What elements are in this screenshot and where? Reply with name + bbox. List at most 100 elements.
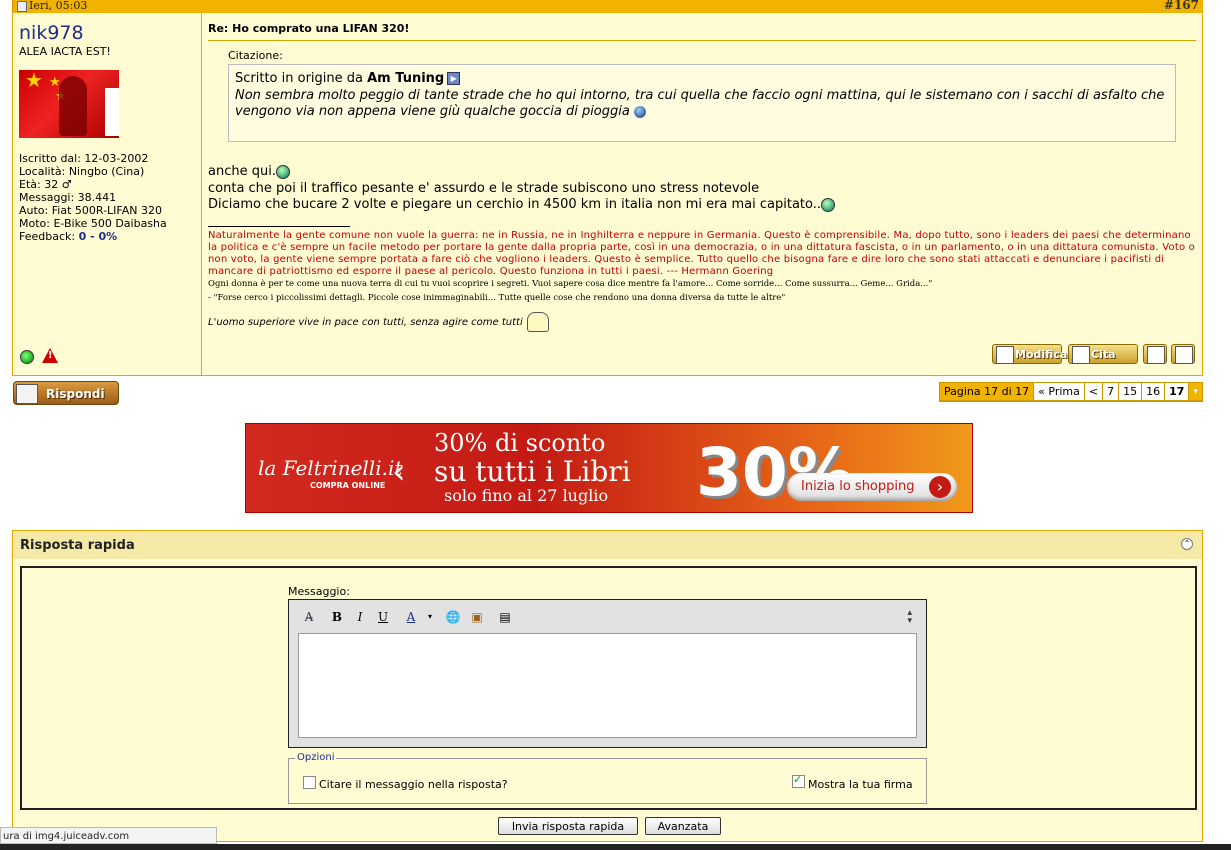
- view-post-arrow-icon[interactable]: ▶: [447, 72, 461, 85]
- signature-line-4: L'uomo superiore vive in pace con tutti,…: [208, 312, 549, 332]
- show-signature-label[interactable]: Mostra la tua firma: [808, 778, 913, 791]
- multiquote-icon: [1147, 346, 1165, 364]
- edit-button[interactable]: Modifica: [992, 344, 1067, 364]
- quote-icon: [1072, 346, 1090, 364]
- user-age: Età: 32 ♂: [19, 178, 72, 191]
- advanced-button[interactable]: Avanzata: [645, 817, 721, 835]
- banner-line2: su tutti i Libri: [434, 455, 631, 488]
- smiley-icon: [633, 105, 646, 118]
- font-color-icon[interactable]: A: [403, 609, 419, 625]
- username-link[interactable]: nik978: [19, 22, 84, 44]
- reply-button[interactable]: Rispondi: [13, 381, 119, 405]
- page-info: Pagina 17 di 17: [940, 383, 1034, 401]
- quote-attribution: Scritto in origine da Am Tuning ▶: [235, 71, 461, 86]
- signature-divider: [208, 226, 350, 227]
- chevron-left-icon: ‹: [392, 452, 406, 492]
- page-link[interactable]: 15: [1118, 383, 1142, 401]
- quick-reply-form: Messaggio: A̶ B I U A ▾ 🌐 ▣ ▤ ▴ ▾ Opzioni…: [20, 566, 1197, 810]
- page-current: 17: [1164, 383, 1189, 401]
- quick-reply-body: Messaggio: A̶ B I U A ▾ 🌐 ▣ ▤ ▴ ▾ Opzioni…: [12, 559, 1203, 842]
- banner-shop-button[interactable]: Inizia lo shopping ›: [787, 473, 957, 501]
- quote-box: Scritto in origine da Am Tuning ▶ Non sem…: [228, 64, 1176, 142]
- grin-smiley-icon: [821, 197, 836, 212]
- underline-icon[interactable]: U: [375, 609, 391, 625]
- report-warning-icon[interactable]: [42, 348, 58, 363]
- grin-smiley-icon: [275, 164, 290, 179]
- message-column: Re: Ho comprato una LIFAN 320! Citazione…: [202, 13, 1202, 375]
- user-details: Iscritto dal: 12-03-2002 Località: Ningb…: [19, 152, 167, 243]
- page-link[interactable]: 16: [1141, 383, 1165, 401]
- edit-icon: [996, 346, 1014, 364]
- quote-message-checkbox[interactable]: [303, 776, 316, 789]
- avatar-side: [105, 88, 119, 136]
- user-messages: Messaggi: 38.441: [19, 191, 117, 204]
- resize-arrows-icon[interactable]: ▴ ▾: [907, 609, 912, 626]
- message-textarea[interactable]: [298, 633, 917, 738]
- chevron-down-icon[interactable]: ▾: [422, 609, 438, 625]
- message-label: Messaggio:: [288, 585, 350, 598]
- quick-reply-icon: [1175, 346, 1193, 364]
- page-right-margin: [1203, 0, 1231, 844]
- feedback-link[interactable]: 0 - 0%: [79, 230, 118, 243]
- user-moto: Moto: E-Bike 500 Daibasha: [19, 217, 167, 230]
- quote-label: Citazione:: [228, 49, 283, 62]
- insert-quote-icon[interactable]: ▤: [497, 609, 513, 625]
- pager-underline: [939, 400, 1203, 401]
- post-header: Ieri, 05:03 #167: [12, 0, 1204, 13]
- quick-reply-header: Risposta rapida ⌃: [12, 530, 1203, 560]
- user-feedback: Feedback: 0 - 0%: [19, 230, 118, 243]
- reply-icon: [16, 384, 38, 404]
- page-prev-link[interactable]: <: [1083, 383, 1103, 401]
- banner-line1: 30% di sconto: [434, 429, 606, 457]
- quick-reply-post-button[interactable]: [1171, 344, 1195, 364]
- avatar-figure: [59, 76, 87, 136]
- chevron-right-icon: ›: [929, 476, 951, 498]
- avatar[interactable]: ★ ★ ★: [19, 70, 119, 138]
- post-number-link[interactable]: #167: [1164, 0, 1199, 12]
- ghost-smiley-icon: [526, 312, 549, 332]
- show-signature-checkbox[interactable]: [792, 773, 805, 788]
- signature-quote-goering: Naturalmente la gente comune non vuole l…: [208, 230, 1195, 277]
- user-joined: Iscritto dal: 12-03-2002: [19, 152, 149, 165]
- options-fieldset: Opzioni Citare il messaggio nella rispos…: [288, 752, 927, 804]
- page-link[interactable]: 7: [1102, 383, 1119, 401]
- star-icon: ★: [25, 70, 43, 92]
- user-title: ALEA IACTA EST!: [19, 45, 111, 58]
- banner-line3: solo fino al 27 luglio: [444, 486, 609, 505]
- banner-logo: la Feltrinelli.it: [258, 456, 403, 480]
- post: nik978 ALEA IACTA EST! ★ ★ ★ Iscritto da…: [12, 13, 1203, 376]
- browser-status-bar: ura di img4.juiceadv.com: [0, 827, 217, 844]
- options-legend: Opzioni: [295, 752, 337, 763]
- user-location: Località: Ningbo (Cina): [19, 165, 145, 178]
- message-editor: A̶ B I U A ▾ 🌐 ▣ ▤ ▴ ▾: [288, 599, 927, 748]
- quote-text: Non sembra molto peggio di tante strade …: [235, 88, 1165, 119]
- post-date: Ieri, 05:03: [17, 0, 87, 12]
- insert-image-icon[interactable]: ▣: [469, 609, 485, 625]
- signature-line-2: Ogni donna è per te come una nuova terra…: [208, 279, 933, 289]
- collapse-icon[interactable]: ⌃: [1181, 538, 1193, 550]
- quote-message-label[interactable]: Citare il messaggio nella risposta?: [319, 778, 508, 791]
- send-quick-reply-button[interactable]: Invia risposta rapida: [498, 817, 638, 835]
- remove-format-icon[interactable]: A̶: [301, 609, 317, 625]
- multiquote-button[interactable]: [1143, 344, 1167, 364]
- banner-sub: COMPRA ONLINE: [310, 481, 386, 490]
- user-car: Auto: Fiat 500R-LIFAN 320: [19, 204, 162, 217]
- italic-icon[interactable]: I: [352, 609, 368, 625]
- page-dropdown-icon[interactable]: ▾: [1188, 383, 1202, 401]
- post-title: Re: Ho comprato una LIFAN 320!: [208, 22, 410, 35]
- page-first-link[interactable]: « Prima: [1033, 383, 1084, 401]
- title-divider: [208, 40, 1196, 41]
- insert-link-icon[interactable]: 🌐: [445, 609, 461, 625]
- signature-line-3: - "Forse cerco i piccolissimi dettagli. …: [208, 293, 786, 303]
- user-info-column: nik978 ALEA IACTA EST! ★ ★ ★ Iscritto da…: [13, 13, 202, 375]
- pagination: Pagina 17 di 17 « Prima < 7 15 16 17 ▾: [939, 382, 1203, 402]
- bold-icon[interactable]: B: [329, 609, 345, 625]
- feltrinelli-banner-ad[interactable]: la Feltrinelli.it COMPRA ONLINE ‹ 30% di…: [245, 423, 973, 513]
- quote-button[interactable]: Cita: [1068, 344, 1138, 364]
- quote-author: Am Tuning: [367, 71, 445, 86]
- post-page-icon: [17, 0, 27, 12]
- message-body: anche qui. conta che poi il traffico pes…: [208, 164, 836, 214]
- online-status-icon: [20, 350, 34, 364]
- quick-reply-title: Risposta rapida: [20, 538, 135, 553]
- bottom-strip: [0, 844, 1231, 850]
